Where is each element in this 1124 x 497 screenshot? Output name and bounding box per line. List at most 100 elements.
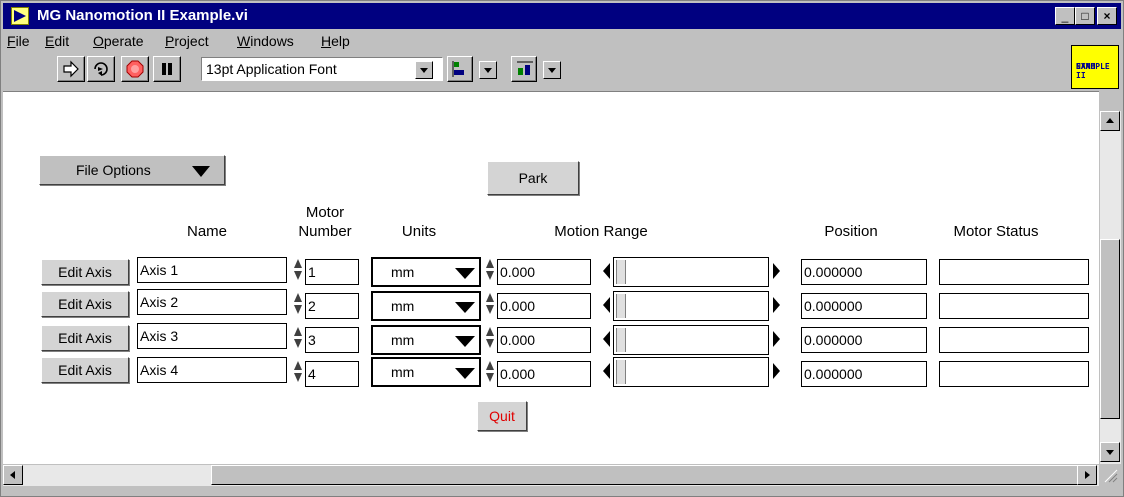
motion-range-slider-1[interactable] (601, 257, 780, 287)
axis-name-field-4[interactable]: Axis 4 (137, 357, 287, 383)
motion-range-slider-2[interactable] (601, 291, 780, 321)
menu-bar: File Edit Operate Project Windows Help (3, 29, 1067, 53)
edit-axis-button-1[interactable]: Edit Axis (41, 259, 129, 285)
labview-vi-icon (11, 7, 29, 25)
header-number: Number (298, 223, 352, 240)
horizontal-scroll-thumb[interactable] (211, 465, 1085, 485)
motor-status-display-4 (939, 361, 1089, 387)
edit-axis-button-3[interactable]: Edit Axis (41, 325, 129, 351)
menu-windows[interactable]: Windows (237, 32, 294, 50)
dropdown-triangle-icon (455, 336, 475, 347)
run-button[interactable] (57, 56, 85, 82)
slider-knob[interactable] (616, 260, 626, 284)
menu-project[interactable]: Project (165, 32, 209, 50)
quit-button[interactable]: Quit (477, 401, 527, 431)
menu-edit[interactable]: Edit (45, 32, 69, 50)
motor-number-field-4[interactable]: 4 (305, 361, 359, 387)
motor-status-display-3 (939, 327, 1089, 353)
menu-help[interactable]: Help (321, 32, 350, 50)
axis-name-field-1[interactable]: Axis 1 (137, 257, 287, 283)
slider-right-arrow-icon (773, 297, 780, 313)
motor-status-display-2 (939, 293, 1089, 319)
slider-right-arrow-icon (773, 263, 780, 279)
vertical-scroll-thumb[interactable] (1100, 239, 1120, 419)
axis-name-field-2[interactable]: Axis 2 (137, 289, 287, 315)
menu-operate[interactable]: Operate (93, 32, 144, 50)
menu-file[interactable]: File (7, 32, 30, 50)
close-button[interactable]: × (1097, 7, 1117, 25)
motion-range-slider-3[interactable] (601, 325, 780, 355)
vi-icon-logo: NANO II EXAMPLE (1071, 45, 1119, 89)
maximize-button[interactable]: □ (1075, 7, 1095, 25)
font-dropdown-arrow[interactable] (415, 61, 433, 79)
motion-range-stepper-2[interactable] (485, 291, 495, 317)
units-dropdown-4[interactable]: mm (371, 357, 481, 387)
distribute-objects-button[interactable] (511, 56, 537, 82)
header-motor-status: Motor Status (953, 223, 1039, 240)
axis-name-field-3[interactable]: Axis 3 (137, 323, 287, 349)
motor-number-stepper-3[interactable] (293, 325, 303, 351)
motion-range-stepper-3[interactable] (485, 325, 495, 351)
resize-grip-icon[interactable] (1099, 464, 1121, 486)
units-dropdown-2[interactable]: mm (371, 291, 481, 321)
motor-status-display-1 (939, 259, 1089, 285)
position-display-2: 0.000000 (801, 293, 927, 319)
align-objects-button[interactable] (447, 56, 473, 82)
park-button[interactable]: Park (487, 161, 579, 195)
slider-right-arrow-icon (773, 331, 780, 347)
motor-number-stepper-2[interactable] (293, 291, 303, 317)
motor-number-stepper-1[interactable] (293, 257, 303, 283)
scroll-up-arrow-icon (1106, 118, 1114, 123)
header-units: Units (401, 223, 437, 240)
motor-number-field-2[interactable]: 2 (305, 293, 359, 319)
motion-range-stepper-4[interactable] (485, 359, 495, 385)
slider-knob[interactable] (616, 328, 626, 352)
distribute-dropdown-arrow[interactable] (543, 61, 561, 79)
abort-button[interactable] (121, 56, 149, 82)
slider-left-arrow-icon (603, 363, 610, 379)
header-name: Name (186, 223, 227, 240)
align-objects-icon (452, 61, 464, 77)
scroll-down-button[interactable] (1100, 442, 1120, 462)
title-bar[interactable]: MG Nanomotion II Example.vi _ □ × (3, 3, 1121, 29)
header-position: Position (824, 223, 878, 240)
vi-window: MG Nanomotion II Example.vi _ □ × File E… (0, 0, 1124, 497)
horizontal-scrollbar[interactable] (3, 464, 1099, 486)
edit-axis-button-2[interactable]: Edit Axis (41, 291, 129, 317)
motion-range-slider-4[interactable] (601, 357, 780, 387)
scroll-down-arrow-icon (1106, 450, 1114, 455)
scroll-left-button[interactable] (3, 465, 23, 485)
minimize-button[interactable]: _ (1055, 7, 1075, 25)
motor-number-field-3[interactable]: 3 (305, 327, 359, 353)
file-options-menu[interactable]: File Options (39, 155, 225, 185)
header-motor: Motor (305, 204, 345, 221)
run-arrow-icon (63, 60, 79, 78)
scroll-up-button[interactable] (1100, 111, 1120, 131)
motion-range-field-3[interactable]: 0.000 (497, 327, 591, 353)
scroll-right-button[interactable] (1077, 465, 1097, 485)
position-display-3: 0.000000 (801, 327, 927, 353)
run-continuously-button[interactable] (87, 56, 115, 82)
window-title: MG Nanomotion II Example.vi (37, 7, 248, 24)
motor-number-field-1[interactable]: 1 (305, 259, 359, 285)
align-dropdown-arrow[interactable] (479, 61, 497, 79)
scroll-right-arrow-icon (1085, 471, 1090, 479)
units-dropdown-3[interactable]: mm (371, 325, 481, 355)
motion-range-field-2[interactable]: 0.000 (497, 293, 591, 319)
motor-number-stepper-4[interactable] (293, 359, 303, 385)
slider-knob[interactable] (616, 360, 626, 384)
motion-range-stepper-1[interactable] (485, 257, 495, 283)
font-selector[interactable]: 13pt Application Font (201, 57, 443, 81)
header-motion-range: Motion Range (554, 223, 648, 240)
dropdown-triangle-icon (455, 302, 475, 313)
vertical-scrollbar[interactable] (1099, 111, 1121, 464)
edit-axis-button-4[interactable]: Edit Axis (41, 357, 129, 383)
pause-icon (162, 63, 172, 75)
slider-knob[interactable] (616, 294, 626, 318)
motion-range-field-4[interactable]: 0.000 (497, 361, 591, 387)
motion-range-field-1[interactable]: 0.000 (497, 259, 591, 285)
position-display-1: 0.000000 (801, 259, 927, 285)
dropdown-triangle-icon (455, 368, 475, 379)
units-dropdown-1[interactable]: mm (371, 257, 481, 287)
pause-button[interactable] (153, 56, 181, 82)
